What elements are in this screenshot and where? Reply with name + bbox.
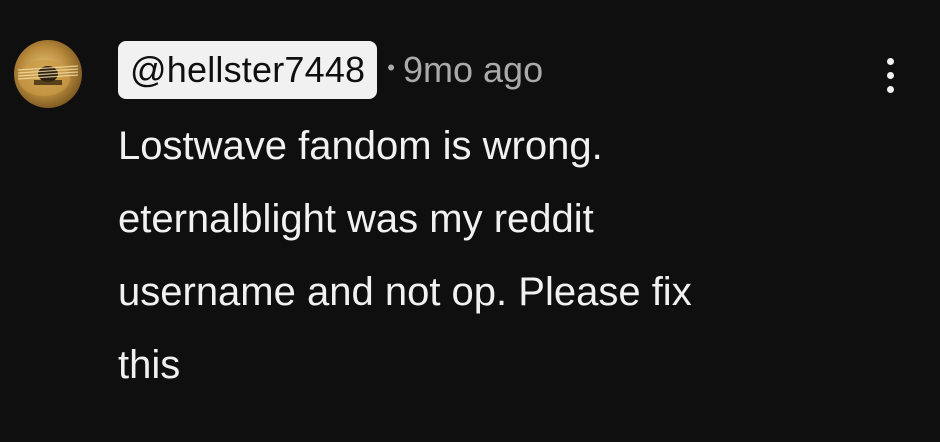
more-vertical-icon[interactable] [868, 50, 912, 100]
comment-text: Lostwave fandom is wrong. eternalblight … [118, 124, 692, 387]
menu-dot [886, 85, 894, 93]
comment-meta: • 9mo ago [387, 49, 543, 91]
menu-dot [886, 57, 894, 65]
menu-dot [886, 71, 894, 79]
comment: @hellster7448 • 9mo ago Lostwave fandom … [0, 0, 940, 442]
timestamp[interactable]: 9mo ago [403, 49, 543, 91]
separator-dot: • [387, 55, 395, 80]
author-handle[interactable]: @hellster7448 [130, 49, 365, 91]
author-handle-chip[interactable]: @hellster7448 [118, 41, 378, 99]
comment-header: @hellster7448 • 9mo ago [118, 40, 543, 100]
guitar-avatar-icon [17, 60, 79, 96]
avatar[interactable] [14, 40, 82, 108]
